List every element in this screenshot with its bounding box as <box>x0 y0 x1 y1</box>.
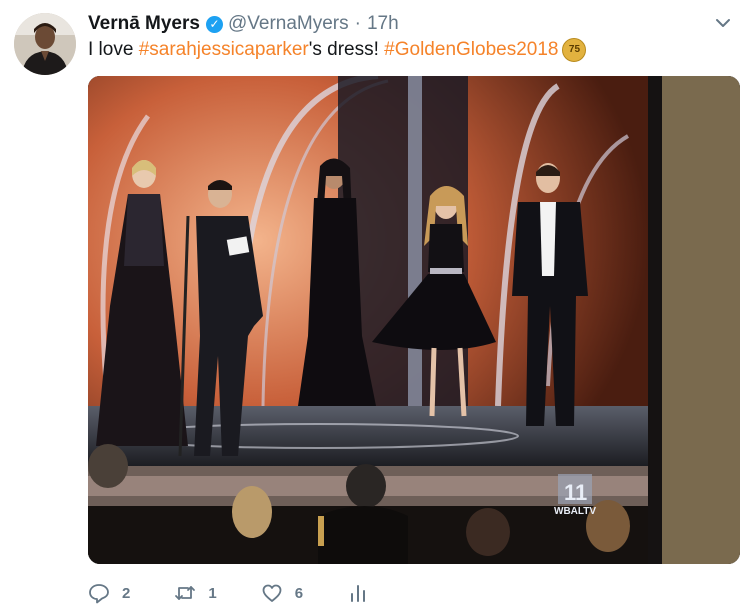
like-count: 6 <box>294 584 304 602</box>
golden-globes-emoji-icon: 75 <box>562 38 587 62</box>
watermark-number: 11 <box>564 480 587 505</box>
hashtag-link[interactable]: #GoldenGlobes2018 <box>384 38 558 62</box>
chevron-down-icon[interactable] <box>712 12 734 34</box>
retweet-count: 1 <box>208 584 217 602</box>
avatar[interactable] <box>14 13 76 75</box>
author-name[interactable]: Vernā Myers <box>88 13 200 35</box>
tweet-actions: 2 1 6 <box>88 580 413 606</box>
retweet-button[interactable]: 1 <box>174 582 217 604</box>
analytics-icon <box>351 585 366 602</box>
heart-icon <box>262 584 282 602</box>
author-handle[interactable]: @VernaMyers <box>228 13 349 35</box>
like-button[interactable]: 6 <box>261 582 303 604</box>
hashtag-link[interactable]: #sarahjessicaparker <box>139 38 309 62</box>
tweet-text-prefix: I love <box>88 39 139 60</box>
timestamp[interactable]: 17h <box>367 13 399 35</box>
tweet-text: I love #sarahjessicaparker 's dress! #Go… <box>88 38 587 62</box>
retweet-icon <box>175 586 196 600</box>
reply-count: 2 <box>122 584 131 602</box>
avatar-photo <box>14 13 76 75</box>
watermark-text: WBALTV <box>554 506 596 517</box>
verified-badge-icon: ✓ <box>205 15 223 33</box>
separator: · <box>354 13 361 34</box>
tweet-photo[interactable]: 11 WBALTV <box>88 76 740 564</box>
analytics-button[interactable] <box>347 582 369 604</box>
tv-screen-photo: 11 WBALTV <box>88 76 740 564</box>
tweet-header: Vernā Myers ✓ @VernaMyers · 17h <box>88 12 399 36</box>
reply-icon <box>89 584 109 604</box>
reply-button[interactable]: 2 <box>88 582 130 604</box>
tweet-text-middle: 's dress! <box>308 39 385 60</box>
